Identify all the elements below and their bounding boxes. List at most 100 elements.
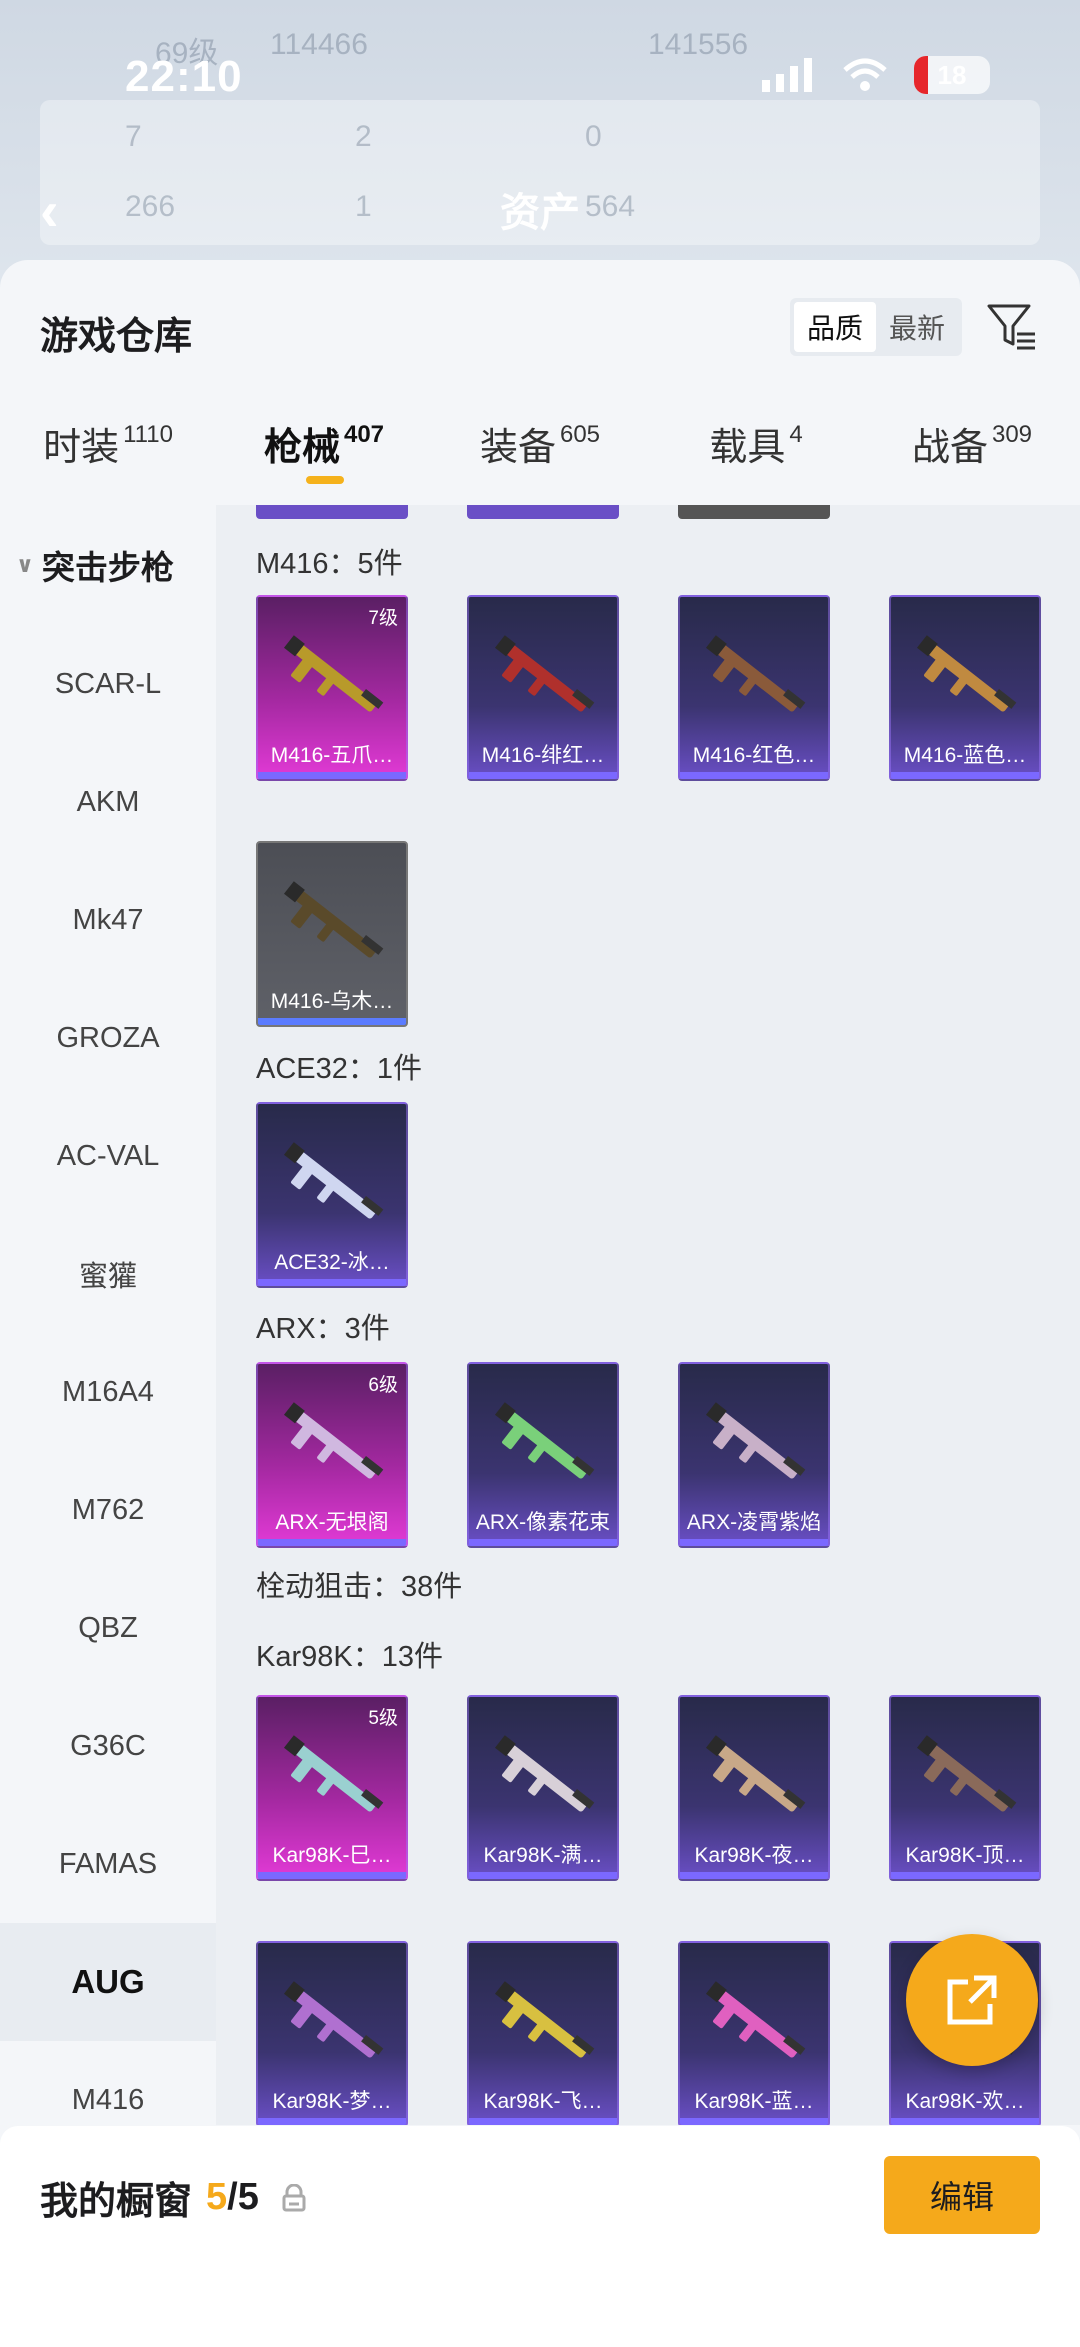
tab-label: 载具 [709, 427, 786, 469]
card-name: M416-红色… [692, 744, 816, 767]
card-level: 7级 [368, 608, 398, 629]
card-rarity-bar [258, 1539, 406, 1546]
weapon-card[interactable]: Kar98K-梦… [256, 1941, 408, 2125]
showcase-total: /5 [227, 2176, 259, 2218]
weapon-card[interactable]: M416-红色… [678, 595, 830, 781]
background-header: 69级 114466 141556 22:10 18 7 2 0 266 1 5… [0, 0, 1080, 270]
card-rarity-bar [258, 772, 406, 779]
card-level: 6级 [368, 1375, 398, 1396]
card-rarity-bar [891, 2118, 1039, 2125]
tab-count: 4 [789, 421, 803, 448]
coins-value: 114466 [270, 28, 368, 61]
weapon-image [283, 635, 384, 712]
weapon-type-sidebar: ∨ 突击步枪 SCAR-L AKM Mk47 GROZA AC-VAL 蜜獾 M… [0, 505, 216, 2125]
wifi-icon [843, 58, 887, 91]
tab-count: 309 [991, 421, 1033, 448]
page-title: 游戏仓库 [40, 316, 193, 358]
sidebar-item-scar-l[interactable]: SCAR-L [0, 625, 216, 743]
sidebar-item-qbz[interactable]: QBZ [0, 1569, 216, 1687]
weapon-card[interactable]: M416-蓝色… [889, 595, 1041, 781]
group-label-kar98k: Kar98K：13件 [256, 1641, 443, 1673]
weapon-image [283, 1402, 384, 1479]
sidebar-item-honey-badger[interactable]: 蜜獾 [0, 1215, 216, 1333]
weapon-image [283, 1142, 384, 1219]
weapon-card[interactable]: Kar98K-飞… [467, 1941, 619, 2125]
card-level: 5级 [368, 1708, 398, 1729]
weapon-card[interactable]: ARX-像素花束 [467, 1362, 619, 1548]
edit-button[interactable]: 编辑 [884, 2156, 1040, 2234]
sidebar-item-akm[interactable]: AKM [0, 743, 216, 861]
assets-title: 资产 [500, 191, 580, 235]
stat-value: 0 [585, 120, 602, 153]
card-rarity-bar [258, 1872, 406, 1879]
tab-count: 407 [343, 421, 385, 448]
tab-label: 时装 [43, 427, 120, 469]
sidebar-item-g36c[interactable]: G36C [0, 1687, 216, 1805]
showcase-label: 我的橱窗 [40, 2181, 193, 2223]
weapon-card[interactable]: Kar98K-顶… [889, 1695, 1041, 1881]
status-time: 22:10 [125, 52, 243, 101]
sort-newest-button[interactable]: 最新 [876, 302, 958, 352]
weapon-card[interactable]: ACE32-冰… [256, 1102, 408, 1288]
card-name: ARX-无垠阁 [275, 1511, 389, 1534]
sort-toggle: 品质 最新 [790, 298, 962, 356]
sort-quality-button[interactable]: 品质 [794, 302, 876, 352]
weapon-grid: M416：5件 7级 M416-五爪… M416-绯红… M416-红色… M416-蓝… [216, 505, 1080, 2125]
weapon-card[interactable]: ARX-凌霄紫焰 [678, 1362, 830, 1548]
weapon-image [916, 635, 1017, 712]
score-value: 141556 [648, 28, 749, 61]
weapon-card[interactable]: 5级 Kar98K-巳… [256, 1695, 408, 1881]
back-arrow-icon[interactable]: ‹ [40, 178, 59, 243]
stat-value: 1 [355, 190, 372, 223]
card-rarity-bar [469, 1872, 617, 1879]
sidebar-item-m762[interactable]: M762 [0, 1451, 216, 1569]
weapon-image [494, 1735, 595, 1812]
share-button[interactable] [906, 1934, 1038, 2066]
sidebar-item-aug[interactable]: AUG [0, 1923, 216, 2041]
tab-supplies[interactable]: 战备 309 [864, 410, 1080, 490]
tab-costume[interactable]: 时装 1110 [0, 410, 216, 490]
card-name: M416-乌木… [270, 990, 394, 1013]
category-tabs: 时装 1110 枪械 407 装备 605 载具 4 战备 309 [0, 410, 1080, 490]
stat-value: 2 [355, 120, 372, 153]
card-rarity-bar [680, 772, 828, 779]
card-name: Kar98K-蓝… [694, 2090, 814, 2113]
weapon-image [705, 1735, 806, 1812]
weapon-card[interactable]: Kar98K-夜… [678, 1695, 830, 1881]
stat-value: 266 [125, 190, 176, 223]
card-rarity-bar [891, 1872, 1039, 1879]
tab-firearms[interactable]: 枪械 407 [216, 410, 432, 490]
tab-vehicles[interactable]: 载具 4 [648, 410, 864, 490]
sidebar-item-ac-val[interactable]: AC-VAL [0, 1097, 216, 1215]
stat-value: 564 [585, 190, 636, 223]
card-rarity-bar [258, 1279, 406, 1286]
card-rarity-bar [680, 2118, 828, 2125]
weapon-card[interactable]: M416-绯红… [467, 595, 619, 781]
status-icons: 18 [762, 56, 990, 94]
tab-label: 枪械 [263, 427, 340, 469]
sidebar-item-groza[interactable]: GROZA [0, 979, 216, 1097]
sidebar-group-label: 突击步枪 [41, 549, 174, 586]
card-rarity-bar [258, 2118, 406, 2125]
filter-icon[interactable] [985, 300, 1037, 352]
weapon-card[interactable]: 7级 M416-五爪… [256, 595, 408, 781]
card-name: Kar98K-夜… [694, 1844, 814, 1867]
weapon-card[interactable]: Kar98K-满… [467, 1695, 619, 1881]
weapon-card[interactable]: M416-乌木… [256, 841, 408, 1027]
weapon-card[interactable]: 6级 ARX-无垠阁 [256, 1362, 408, 1548]
battery-level: 18 [937, 59, 967, 90]
sidebar-item-m16a4[interactable]: M16A4 [0, 1333, 216, 1451]
sidebar-item-mk47[interactable]: Mk47 [0, 861, 216, 979]
tab-equipment[interactable]: 装备 605 [432, 410, 648, 490]
weapon-card[interactable]: Kar98K-蓝… [678, 1941, 830, 2125]
sidebar-group-assault-rifle[interactable]: ∨ 突击步枪 [0, 505, 216, 625]
weapon-image [283, 881, 384, 958]
weapon-image [705, 1402, 806, 1479]
sidebar-item-famas[interactable]: FAMAS [0, 1805, 216, 1923]
weapon-image [494, 1402, 595, 1479]
card-rarity-bar [680, 1872, 828, 1879]
card-name: Kar98K-满… [483, 1844, 603, 1867]
group-label-ace32: ACE32：1件 [256, 1053, 423, 1085]
card-name: Kar98K-巳… [272, 1844, 392, 1867]
card-rarity-bar [680, 1539, 828, 1546]
